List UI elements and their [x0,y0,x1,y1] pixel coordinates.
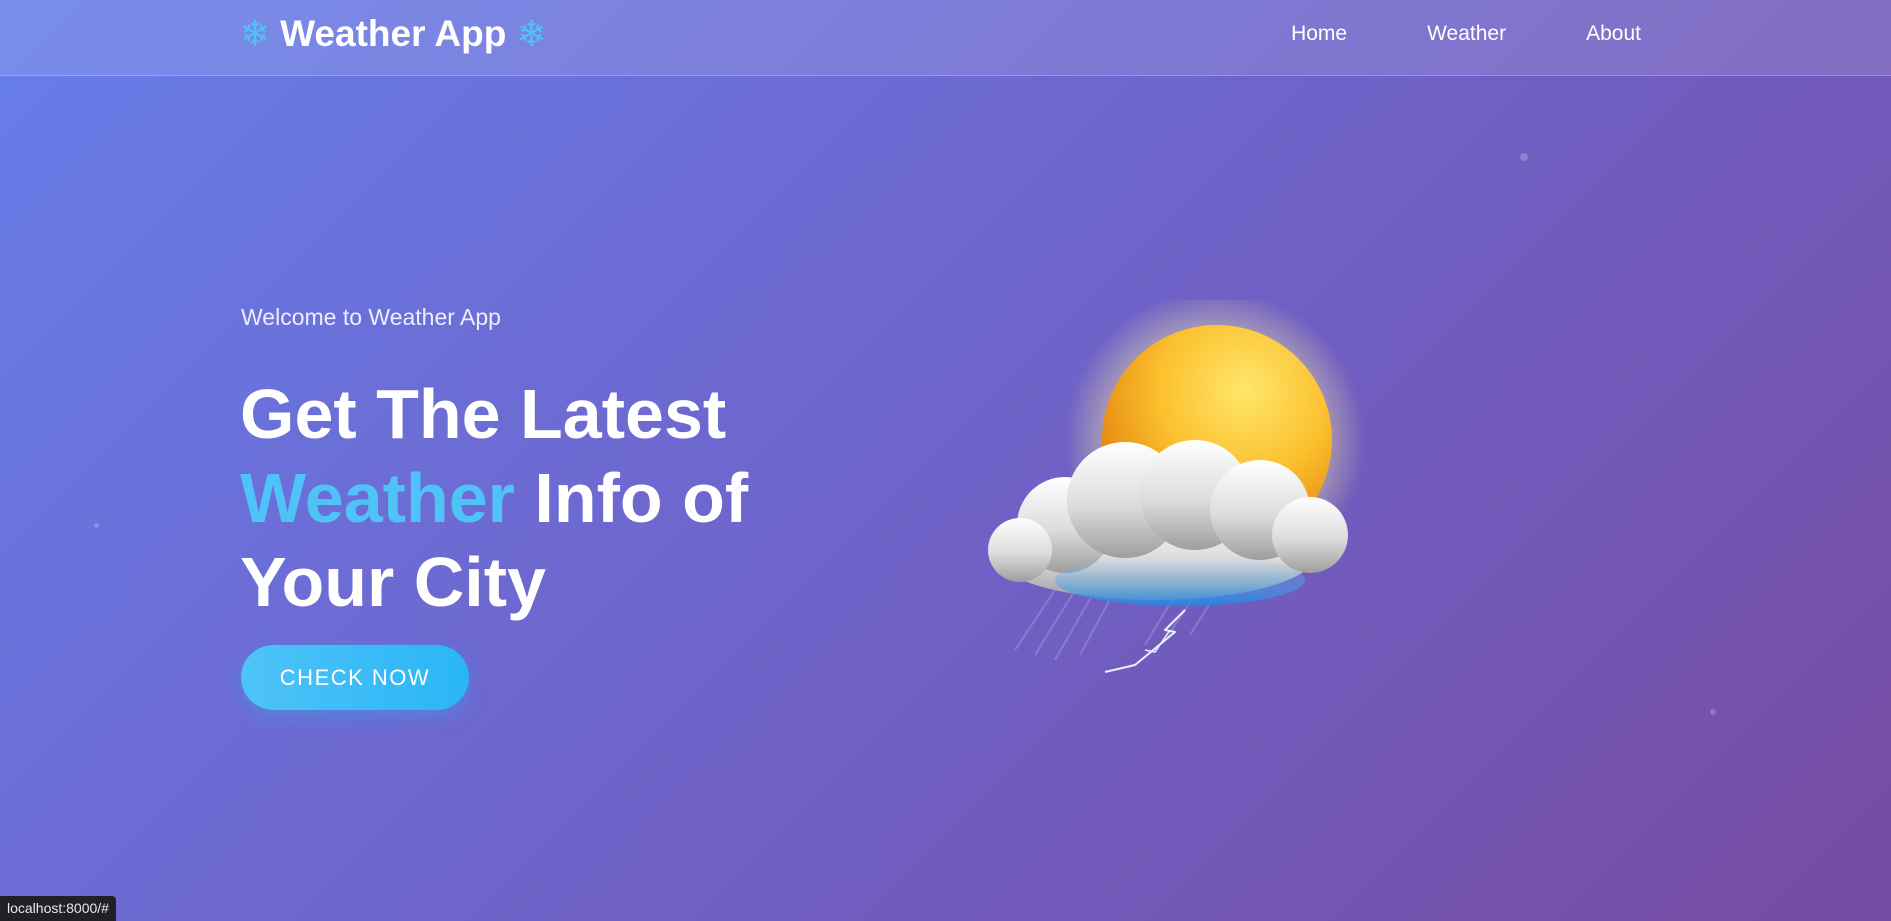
hero-title-line-1: Get The Latest [240,375,727,453]
browser-status-bar: localhost:8000/# [0,896,116,921]
lightning-bolt [1104,609,1186,673]
navbar: ❄ Weather App ❄ Home Weather About [0,0,1891,76]
nav-link-about[interactable]: About [1586,22,1641,46]
decorative-dot [1710,709,1716,715]
nav-links: Home Weather About [1291,22,1641,46]
brand-title: Weather App [280,13,507,54]
hero-title-line-2-rest: Info of [514,459,749,537]
brand-logo[interactable]: ❄ Weather App ❄ [240,12,546,56]
check-now-button[interactable]: CHECK NOW [241,645,469,710]
snowflake-icon: ❄ [516,13,547,54]
sun-behind-storm-cloud-icon [988,300,1365,673]
decorative-dot [94,523,99,528]
snowflake-icon: ❄ [240,13,271,54]
decorative-dot [1520,153,1528,161]
hero-subtitle: Welcome to Weather App [241,304,501,330]
hero-title-accent: Weather [240,459,515,537]
hero-title-line-3: Your City [240,543,546,621]
nav-link-weather[interactable]: Weather [1427,22,1506,46]
hero-title: Get The Latest Weather Info of Your City [240,372,860,624]
nav-link-home[interactable]: Home [1291,22,1347,46]
hero-title-line-2: Weather Info of [240,456,860,540]
